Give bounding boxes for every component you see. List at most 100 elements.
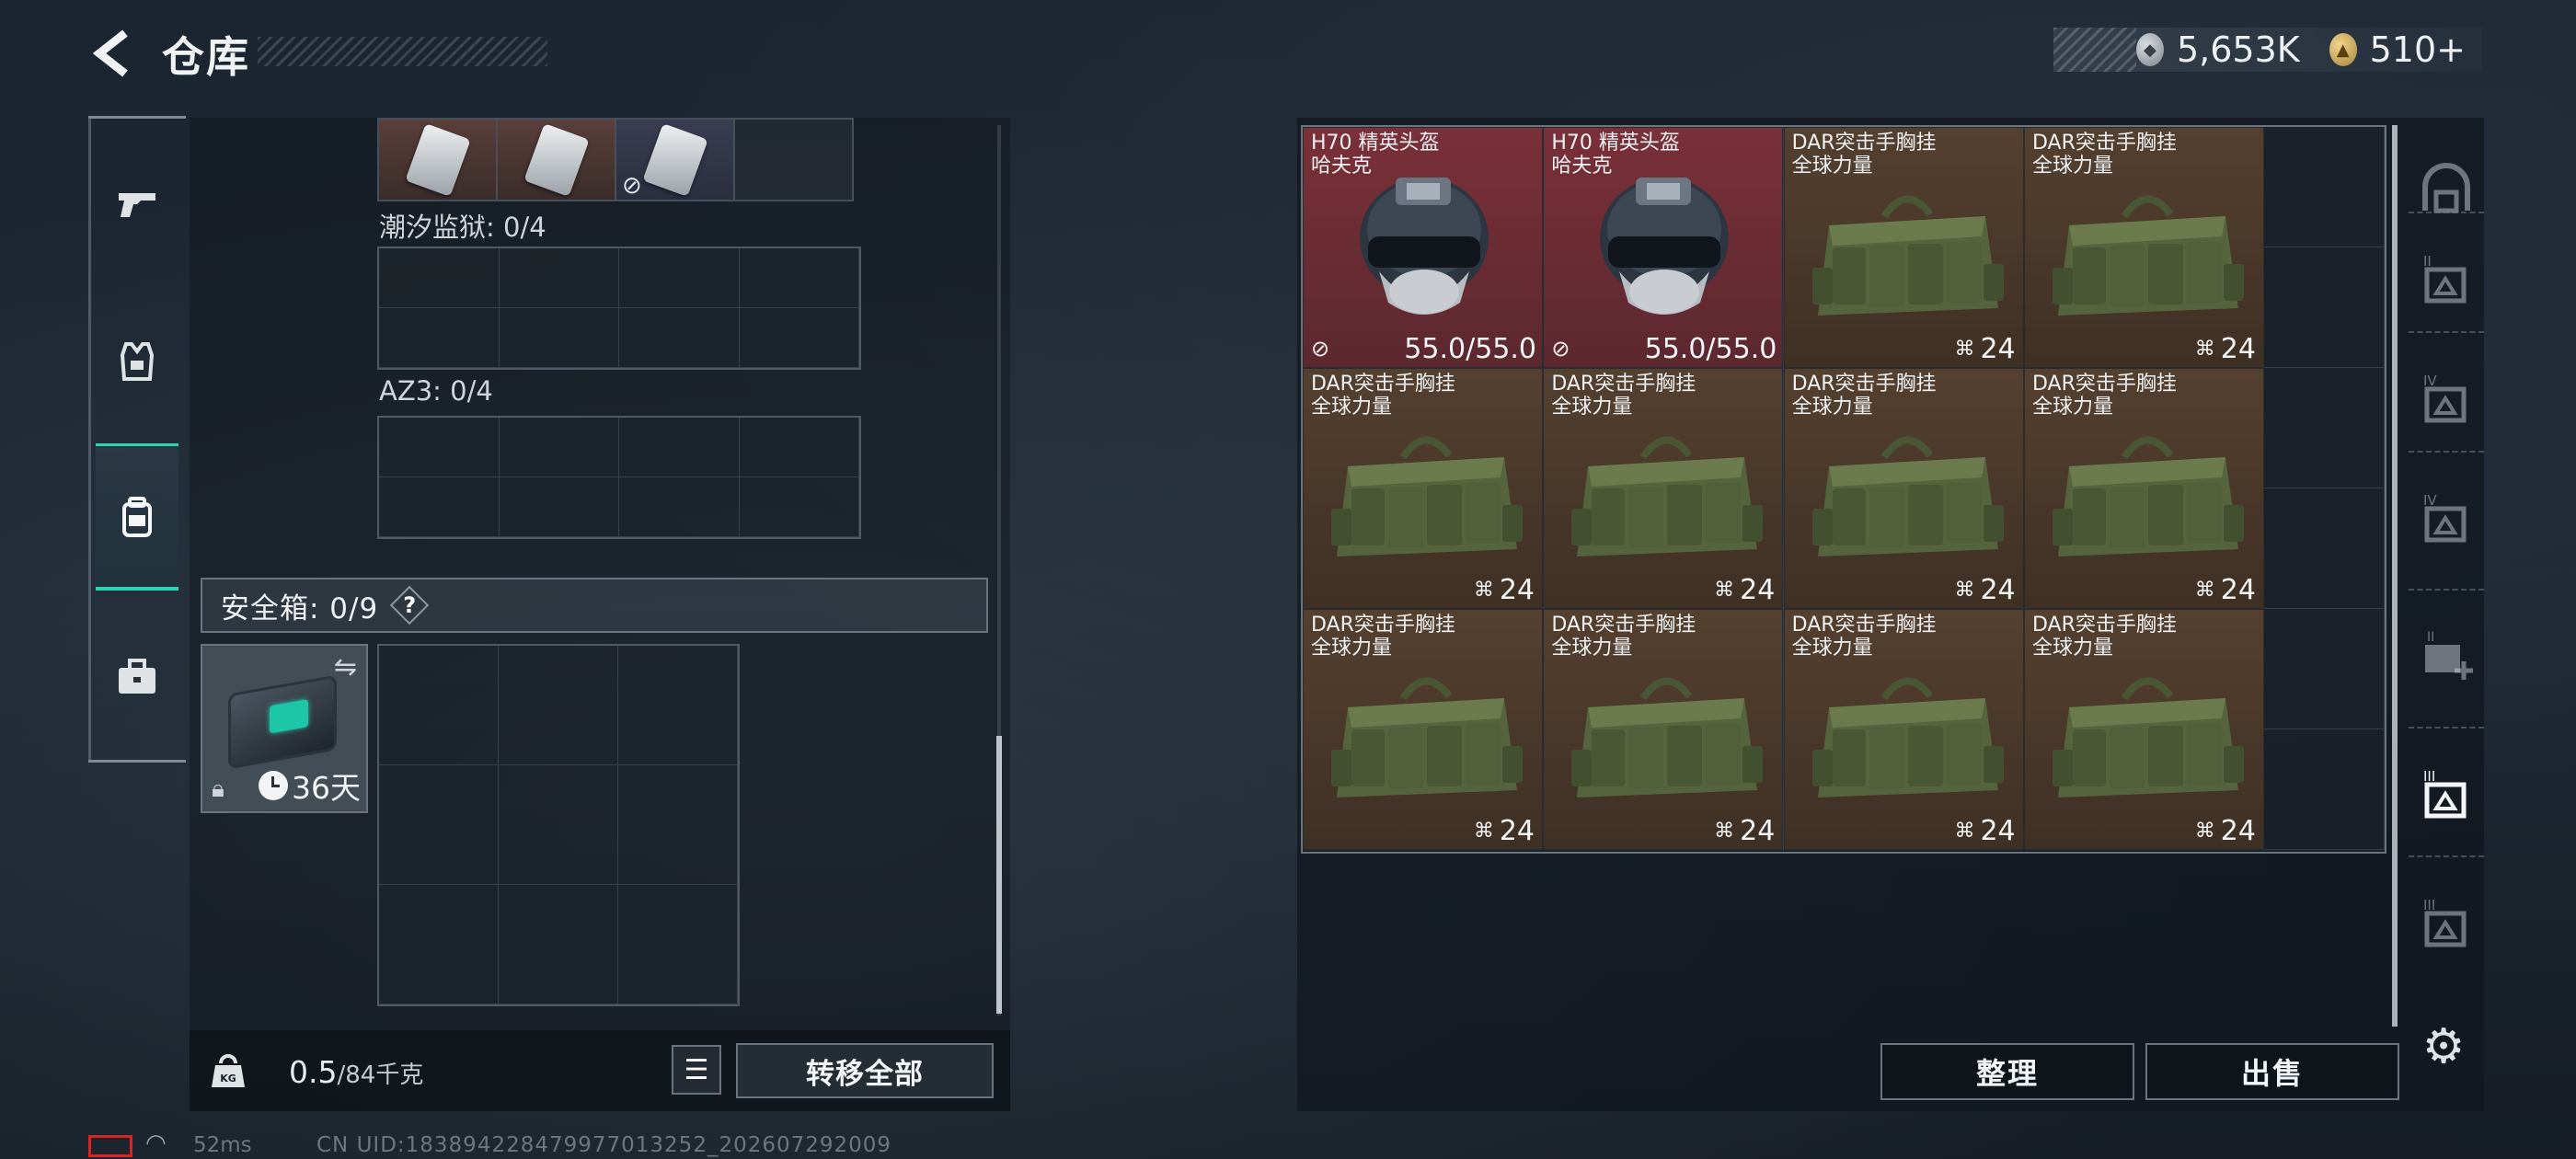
tidal-prison-slots[interactable] <box>377 247 861 370</box>
item-name: DAR突击手胸挂 全球力量 <box>1551 373 1696 419</box>
stash-scrollbar[interactable] <box>2392 125 2398 1027</box>
swap-icon[interactable]: ⇋ <box>334 651 357 683</box>
stash-item-chest-rig[interactable]: DAR突击手胸挂 全球力量 ⌘ 24 <box>1783 127 2024 368</box>
gear-icon: ⚙ <box>2421 1019 2466 1074</box>
item-name: DAR突击手胸挂 全球力量 <box>1551 614 1696 660</box>
stash-tab-5[interactable]: II <box>2409 605 2484 708</box>
helmet-image <box>1600 178 1730 315</box>
item-stack-count: ⌘ 24 <box>1473 815 1535 847</box>
rail-divider <box>88 116 186 119</box>
svg-text:KG: KG <box>220 1073 236 1084</box>
keycard-slot[interactable]: ⊘ <box>615 118 735 201</box>
chest-rig-image <box>2052 195 2244 316</box>
stash-item-chest-rig[interactable]: DAR突击手胸挂 全球力量 ⌘ 24 <box>1783 368 2024 609</box>
svg-text:IV: IV <box>2423 373 2437 389</box>
stack-icon: ⌘ <box>1954 579 1975 602</box>
back-button[interactable] <box>88 28 134 79</box>
list-icon: ☰ <box>684 1053 709 1086</box>
item-stack-count: ⌘ 24 <box>2194 574 2256 606</box>
help-button[interactable]: ? <box>391 587 428 624</box>
clock-icon <box>259 771 288 800</box>
svg-text:II: II <box>2423 253 2432 270</box>
stack-icon: ⌘ <box>1714 579 1735 602</box>
chest-rig-image <box>2052 677 2244 798</box>
chest-rig-image <box>2052 436 2244 557</box>
list-view-button[interactable]: ☰ <box>672 1045 721 1095</box>
wifi-icon: ◠ <box>145 1130 167 1157</box>
section-label-tidal-prison: 潮汐监狱: 0/4 <box>379 212 546 243</box>
item-name: DAR突击手胸挂 全球力量 <box>2031 614 2177 660</box>
page-title: 仓库 <box>162 32 250 82</box>
az3-slots[interactable] <box>377 416 861 539</box>
safe-box-header: 安全箱: 0/9 ? <box>201 578 988 633</box>
stash-page-icon: IV <box>2423 373 2467 423</box>
safe-box-remaining-time: 36天 <box>259 763 361 808</box>
ping-readout: 52ms <box>193 1133 252 1157</box>
svg-text:III: III <box>2423 768 2435 785</box>
currency-decoration <box>2053 28 2136 72</box>
transfer-all-button[interactable]: 转移全部 <box>736 1043 994 1098</box>
pistol-icon <box>119 193 155 217</box>
chest-rig-image <box>1811 677 2004 798</box>
stash-item-helmet[interactable]: H70 精英头盔 哈夫克 ⊘ 55.0/55.0 <box>1543 127 1784 368</box>
tab-medical[interactable] <box>96 603 178 751</box>
svg-text:III: III <box>2423 897 2435 913</box>
stack-icon: ⌘ <box>1954 338 1975 361</box>
stash-tab-3[interactable]: IV <box>2409 348 2484 451</box>
stash-item-chest-rig[interactable]: DAR突击手胸挂 全球力量 ⌘ 24 <box>1543 368 1784 609</box>
keycard-slot-empty[interactable] <box>733 118 854 201</box>
svg-text:IV: IV <box>2423 492 2437 509</box>
stash-tab-divider <box>2409 212 2484 213</box>
stash-item-chest-rig[interactable]: DAR突击手胸挂 全球力量 ⌘ 24 <box>1783 609 2024 850</box>
stash-page-icon: III <box>2423 897 2467 947</box>
stash-item-chest-rig[interactable]: DAR突击手胸挂 全球力量 ⌘ 24 <box>1303 368 1543 609</box>
svg-text:II: II <box>2427 630 2434 645</box>
item-name: H70 精英头盔 哈夫克 <box>1311 132 1440 178</box>
stash-tab-7[interactable]: III <box>2409 872 2484 975</box>
vest-icon <box>120 342 155 381</box>
chest-rig-image <box>1331 436 1523 557</box>
item-stack-count: ⌘ 24 <box>1954 574 2016 606</box>
stack-icon: ⌘ <box>1714 820 1735 843</box>
sort-button[interactable]: 整理 <box>1880 1043 2134 1100</box>
stash-item-chest-rig[interactable]: DAR突击手胸挂 全球力量 ⌘ 24 <box>1303 609 1543 850</box>
safe-box-slots[interactable] <box>377 644 740 1006</box>
stash-item-helmet[interactable]: H70 精英头盔 哈夫克 ⊘ 55.0/55.0 <box>1303 127 1543 368</box>
keycard-slot[interactable] <box>496 118 616 201</box>
item-stack-count: ⌘ 24 <box>2194 815 2256 847</box>
stash-item-chest-rig[interactable]: DAR突击手胸挂 全球力量 ⌘ 24 <box>2023 127 2264 368</box>
item-name: DAR突击手胸挂 全球力量 <box>1791 373 1937 419</box>
stash-grid: H70 精英头盔 哈夫克 ⊘ 55.0/55.0 H70 精英头盔 哈夫克 ⊘ 55… <box>1301 125 2386 854</box>
section-label-az3: AZ3: 0/4 <box>379 375 493 407</box>
item-stack-count: ⌘ 24 <box>1473 574 1535 606</box>
settings-button[interactable]: ⚙ <box>2416 1019 2471 1074</box>
stash-tab-divider <box>2409 589 2484 591</box>
stash-tab-2[interactable]: II <box>2409 228 2484 331</box>
safe-box-item[interactable]: ⇋ 🔒︎ 36天 <box>201 644 368 813</box>
tab-weapons[interactable] <box>96 129 178 276</box>
battery-icon <box>88 1135 132 1157</box>
stash-tab-4[interactable]: IV <box>2409 467 2484 570</box>
stash-tab-divider <box>2409 331 2484 333</box>
tab-armor[interactable] <box>96 287 178 434</box>
stash-item-chest-rig[interactable]: DAR突击手胸挂 全球力量 ⌘ 24 <box>1543 609 1784 850</box>
tab-backpack[interactable] <box>96 443 178 591</box>
no-trade-icon: ⊘ <box>1311 336 1330 361</box>
item-stack-count: ⌘ 24 <box>1714 574 1776 606</box>
backpack-icon <box>122 496 152 537</box>
rail-divider <box>88 116 91 763</box>
item-name: DAR突击手胸挂 全球力量 <box>1791 132 1937 178</box>
stash-item-chest-rig[interactable]: DAR突击手胸挂 全球力量 ⌘ 24 <box>2023 609 2264 850</box>
stash-item-chest-rig[interactable]: DAR突击手胸挂 全球力量 ⌘ 24 <box>2023 368 2264 609</box>
gold-currency-value[interactable]: 510+ <box>2370 29 2466 70</box>
item-name: DAR突击手胸挂 全球力量 <box>2031 373 2177 419</box>
stack-icon: ⌘ <box>2194 820 2215 843</box>
keycard-slot[interactable] <box>377 118 498 201</box>
keycard-slots: ⊘ <box>377 118 854 201</box>
loadout-scrollbar-thumb[interactable] <box>996 736 1002 1014</box>
stash-tab-6[interactable]: III <box>2409 743 2484 846</box>
stack-icon: ⌘ <box>1473 579 1494 602</box>
sell-button[interactable]: 出售 <box>2145 1043 2399 1100</box>
weight-readout: 0.5/84千克 <box>289 1054 424 1090</box>
item-durability: 55.0/55.0 <box>1404 333 1536 365</box>
